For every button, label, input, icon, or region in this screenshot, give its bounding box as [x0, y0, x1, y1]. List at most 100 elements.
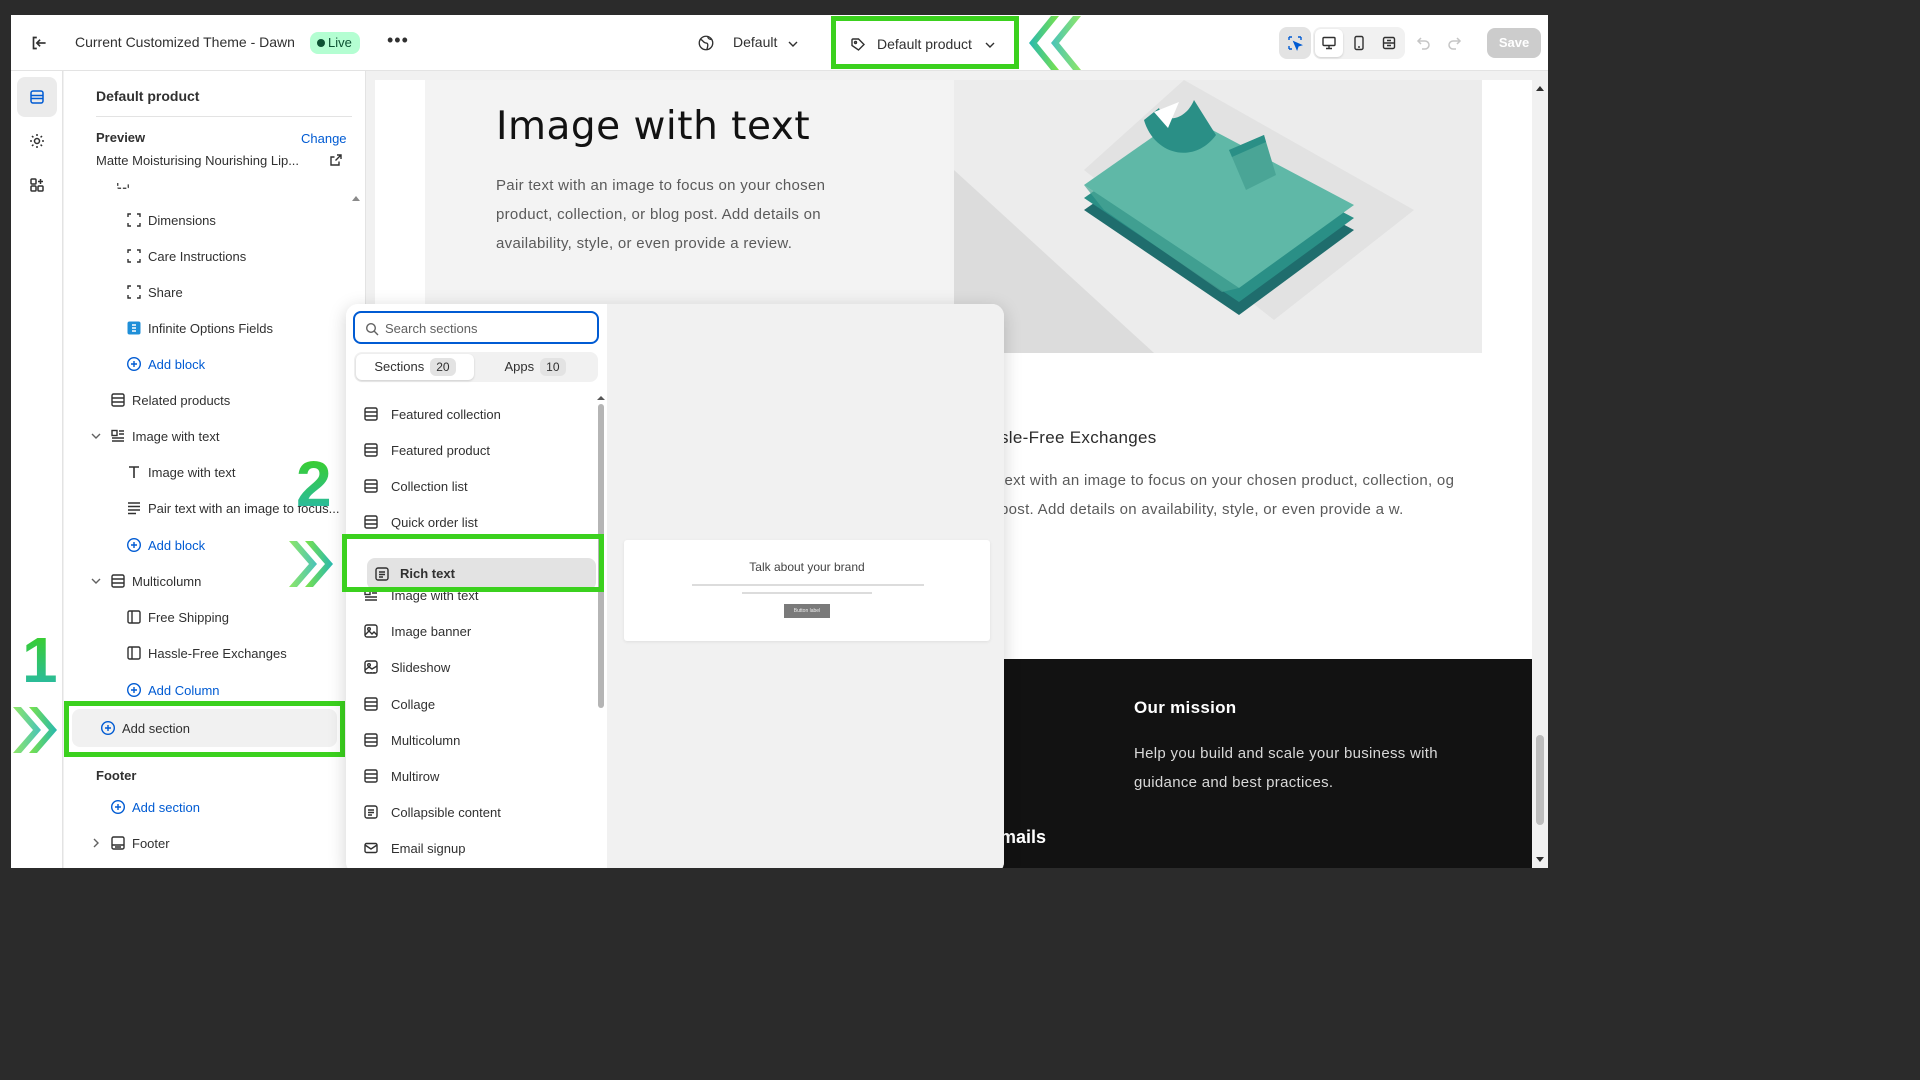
plus-circle-icon — [110, 799, 126, 815]
plus-circle-icon — [126, 537, 142, 553]
section-option-collage[interactable]: Collage — [363, 689, 435, 719]
column-icon — [127, 646, 141, 660]
preview-product-name: Matte Moisturising Nourishing Lip... — [96, 153, 300, 168]
tree-block-infinite-options[interactable]: Infinite Options Fields — [126, 313, 273, 343]
section-option-collapsible-content[interactable]: Collapsible content — [363, 797, 501, 827]
undo-icon[interactable] — [1414, 34, 1432, 52]
tree-item-label: Image with text — [132, 428, 220, 444]
tree-section-footer[interactable]: Footer — [93, 828, 170, 858]
section-option-featured-collection[interactable]: Featured collection — [363, 399, 501, 429]
step-number-2: 2 — [296, 448, 332, 520]
scroll-up-icon[interactable] — [1536, 86, 1544, 91]
section-option-multirow[interactable]: Multirow — [363, 761, 439, 791]
chevron-down-icon — [788, 41, 798, 47]
footer-section-icon — [111, 836, 125, 850]
template-select-label: Default product — [877, 36, 972, 52]
section-option-quick-order-list[interactable]: Quick order list — [363, 507, 478, 537]
tree-block-hassle-free[interactable]: Hassle-Free Exchanges — [126, 638, 287, 668]
template-select[interactable]: Default product — [831, 16, 1019, 69]
add-block-button[interactable]: Add block — [126, 530, 205, 560]
option-label: Image banner — [391, 623, 472, 639]
scroll-up-icon[interactable] — [597, 396, 605, 400]
more-actions-button[interactable]: ••• — [387, 30, 409, 51]
paragraph-icon — [128, 502, 140, 515]
section-option-collection-list[interactable]: Collection list — [363, 471, 468, 501]
theme-editor-window: Current Customized Theme - Dawn Live •••… — [11, 15, 1548, 868]
external-link-icon[interactable] — [329, 153, 343, 167]
save-button[interactable]: Save — [1487, 28, 1541, 58]
section-option-featured-product[interactable]: Featured product — [363, 435, 490, 465]
picker-tabs: Sections 20 Apps 10 — [354, 352, 598, 382]
section-option-email-signup[interactable]: Email signup — [363, 833, 465, 863]
tree-item-label: Free Shipping — [148, 609, 229, 625]
add-block-button[interactable]: Add block — [126, 349, 205, 379]
scroll-down-icon[interactable] — [1536, 857, 1544, 862]
chevron-down-icon[interactable] — [90, 575, 102, 587]
tree-item-label: Add block — [148, 356, 206, 372]
tab-apps[interactable]: Apps 10 — [476, 354, 594, 380]
tree-block-dimensions[interactable]: Dimensions — [126, 205, 216, 235]
section-option-image-banner[interactable]: Image banner — [363, 616, 471, 646]
inspector-toggle-button[interactable] — [1279, 27, 1311, 59]
section-preview-pane: Talk about your brand Button label — [607, 304, 1004, 868]
preview-text-line — [692, 584, 924, 586]
tree-section-related-products[interactable]: Related products — [110, 385, 230, 415]
block-icon — [127, 249, 141, 263]
change-preview-link[interactable]: Change — [301, 131, 347, 146]
multicolumn-column-body: text with an image to focus on your chos… — [1000, 472, 1455, 518]
tree-block-share[interactable]: Share — [126, 277, 183, 307]
footer-add-section-button[interactable]: Add section — [110, 792, 200, 822]
tab-label: Sections — [374, 359, 425, 374]
preview-scrollbar[interactable] — [1532, 80, 1548, 868]
search-field[interactable] — [353, 311, 599, 344]
mobile-view-button[interactable] — [1345, 29, 1373, 57]
option-label: Collapsible content — [391, 804, 501, 820]
tree-item-label: Add Column — [148, 682, 220, 698]
tree-block-heading[interactable]: Image with text — [126, 457, 235, 487]
redo-icon[interactable] — [1446, 34, 1464, 52]
exit-editor-icon[interactable] — [28, 32, 50, 54]
select-cursor-icon — [1288, 36, 1303, 51]
highlight-arrow-icon — [1029, 16, 1081, 70]
add-section-label: Add section — [122, 720, 190, 736]
section-icon — [364, 769, 378, 783]
tab-sections[interactable]: Sections 20 — [356, 354, 474, 380]
plus-circle-icon — [126, 356, 142, 372]
language-select[interactable]: Default — [733, 34, 777, 50]
scroll-up-icon[interactable] — [352, 196, 360, 201]
tree-block-free-shipping[interactable]: Free Shipping — [126, 602, 229, 632]
tab-count-badge: 20 — [430, 358, 456, 376]
desktop-view-button[interactable] — [1315, 29, 1343, 57]
section-option-multicolumn[interactable]: Multicolumn — [363, 725, 460, 755]
tree-section-multicolumn[interactable]: Multicolumn — [91, 566, 201, 596]
chevron-right-icon[interactable] — [90, 837, 102, 849]
chevron-down-icon[interactable] — [90, 430, 102, 442]
add-section-button[interactable]: Add section — [72, 709, 337, 747]
sections-tab[interactable] — [17, 77, 57, 117]
iwt-heading: Image with text — [496, 104, 811, 149]
add-section-row: Add section — [100, 713, 190, 743]
tree-block-care-instructions[interactable]: Care Instructions — [126, 241, 246, 271]
section-option-slideshow[interactable]: Slideshow — [363, 652, 450, 682]
option-label: Collection list — [391, 478, 468, 494]
sections-icon — [30, 90, 44, 104]
theme-settings-tab[interactable] — [17, 121, 57, 161]
image-icon — [364, 624, 378, 638]
gear-icon — [30, 134, 44, 148]
tree-section-image-with-text[interactable]: Image with text — [91, 421, 220, 451]
rich-text-highlight — [342, 534, 604, 592]
tab-label: Apps — [504, 359, 535, 374]
scrollbar-thumb[interactable] — [1536, 735, 1544, 825]
app-embeds-tab[interactable] — [17, 165, 57, 205]
live-badge: Live — [310, 32, 360, 54]
option-label: Featured collection — [391, 406, 501, 422]
tree-item-label: Infinite Options Fields — [148, 320, 274, 336]
theme-title: Current Customized Theme - Dawn — [75, 34, 295, 50]
preview-label: Preview — [96, 130, 146, 145]
fullscreen-view-button[interactable] — [1375, 29, 1403, 57]
slideshow-icon — [364, 660, 378, 674]
preview-card-title: Talk about your brand — [749, 560, 865, 574]
block-icon — [127, 285, 141, 299]
chevron-down-icon — [985, 42, 995, 48]
search-sections-input[interactable] — [385, 318, 585, 338]
